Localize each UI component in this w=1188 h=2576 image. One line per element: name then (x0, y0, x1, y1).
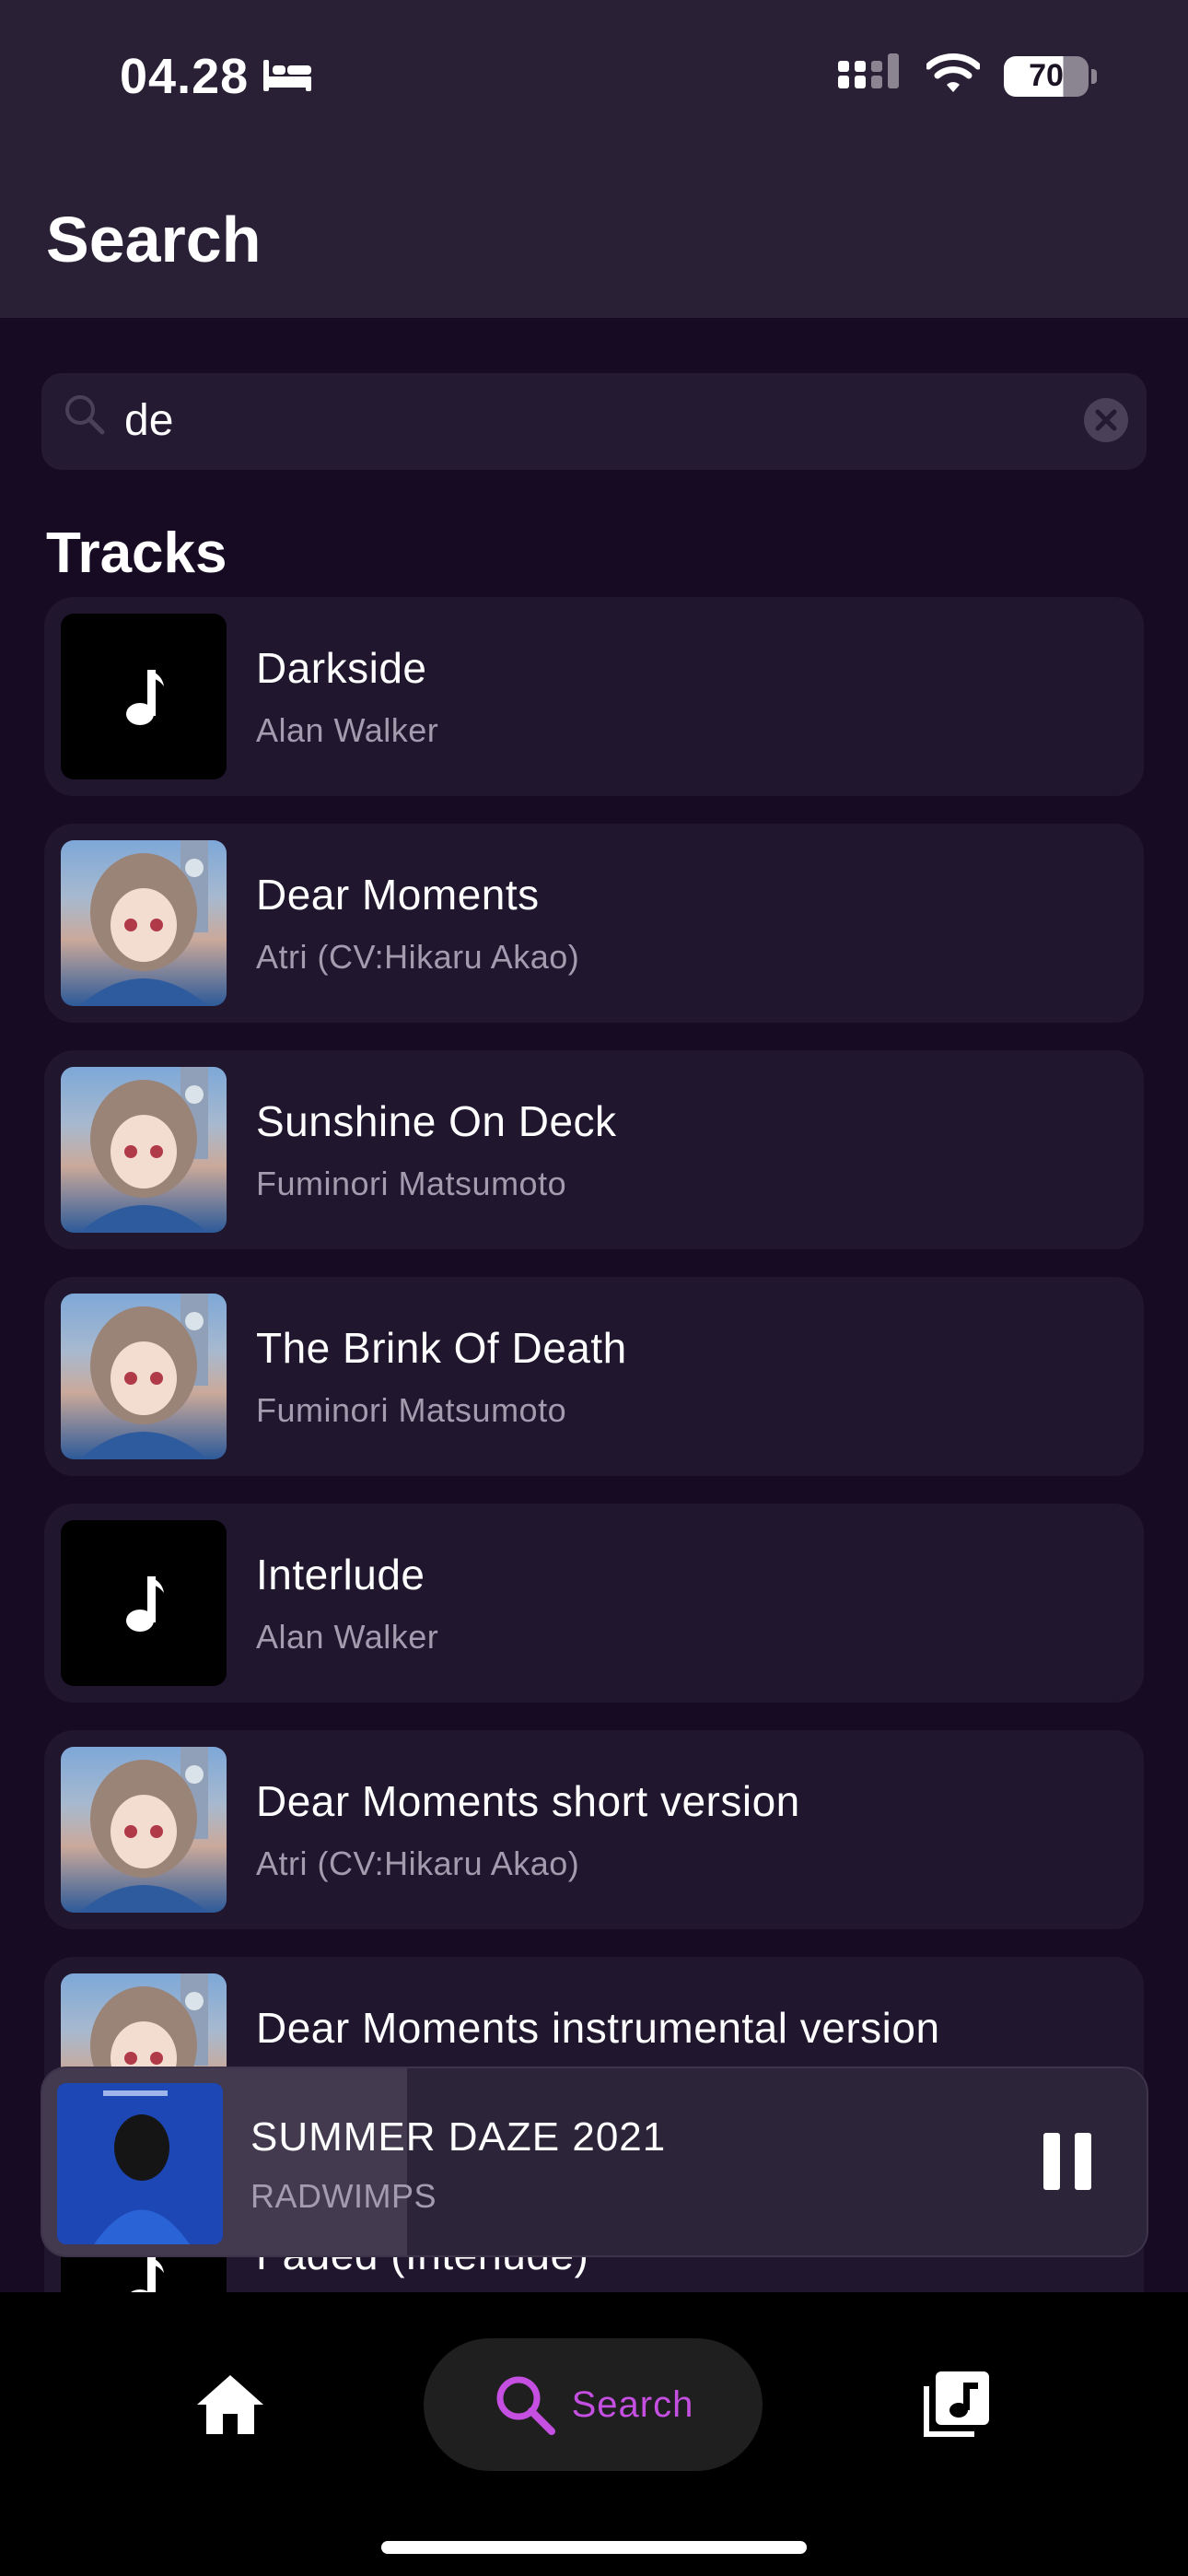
track-artist: Fuminori Matsumoto (256, 1391, 567, 1429)
pause-icon (1075, 2133, 1091, 2190)
track-artist: Alan Walker (256, 1618, 439, 1656)
mini-player[interactable]: SUMMER DAZE 2021 RADWIMPS (41, 2067, 1148, 2257)
music-note-icon (61, 614, 227, 779)
album-art (61, 1067, 227, 1233)
wifi-icon (925, 53, 982, 99)
pause-icon (1043, 2133, 1060, 2190)
nav-search-label: Search (571, 2383, 694, 2425)
sleep-focus-icon (262, 48, 313, 105)
track-title: Dear Moments instrumental version (256, 2004, 940, 2052)
track-item[interactable]: Sunshine On Deck Fuminori Matsumoto (44, 1050, 1144, 1249)
search-value: de (124, 396, 174, 445)
track-title: Interlude (256, 1551, 425, 1598)
search-icon (62, 392, 108, 442)
search-icon (496, 2376, 555, 2435)
nav-library-button[interactable] (921, 2370, 991, 2444)
track-title: Dear Moments short version (256, 1777, 800, 1825)
now-playing-art (57, 2083, 223, 2244)
track-title: Darkside (256, 644, 427, 692)
home-indicator (381, 2541, 807, 2554)
home-icon (197, 2375, 263, 2434)
track-title: The Brink Of Death (256, 1324, 627, 1372)
cellular-signal-icon (838, 53, 903, 99)
tracks-section-title: Tracks (46, 521, 227, 585)
bottom-nav: Search (0, 2292, 1188, 2576)
status-time-group: 04.28 (120, 48, 313, 105)
track-artist: Fuminori Matsumoto (256, 1165, 567, 1202)
track-artist: Alan Walker (256, 711, 439, 749)
track-item[interactable]: Dear Moments Atri (CV:Hikaru Akao) (44, 824, 1144, 1023)
track-artist: Atri (CV:Hikaru Akao) (256, 1844, 580, 1882)
pause-button[interactable] (1043, 2133, 1091, 2190)
now-playing-artist: RADWIMPS (250, 2177, 437, 2215)
battery-level: 70 (1029, 58, 1064, 93)
header: 04.28 70 Search (0, 0, 1188, 318)
album-art (61, 1294, 227, 1459)
status-right: 70 (838, 53, 1097, 99)
track-item[interactable]: Interlude Alan Walker (44, 1504, 1144, 1703)
track-title: Dear Moments (256, 871, 540, 919)
music-note-icon (61, 1520, 227, 1686)
album-art (61, 840, 227, 1006)
now-playing-title: SUMMER DAZE 2021 (250, 2114, 667, 2160)
album-art (61, 1747, 227, 1913)
page-title: Search (46, 204, 262, 275)
track-item[interactable]: The Brink Of Death Fuminori Matsumoto (44, 1277, 1144, 1476)
clear-search-icon[interactable] (1082, 396, 1130, 449)
track-title: Sunshine On Deck (256, 1097, 617, 1145)
track-artist: Atri (CV:Hikaru Akao) (256, 938, 580, 976)
nav-home-button[interactable] (195, 2371, 265, 2441)
battery-indicator: 70 (1004, 55, 1097, 97)
status-time: 04.28 (120, 49, 250, 104)
nav-search-button[interactable]: Search (424, 2338, 763, 2471)
search-input[interactable]: de (41, 373, 1147, 470)
music-library-icon (924, 2371, 989, 2437)
track-item[interactable]: Dear Moments short version Atri (CV:Hika… (44, 1730, 1144, 1929)
track-item[interactable]: Darkside Alan Walker (44, 597, 1144, 796)
